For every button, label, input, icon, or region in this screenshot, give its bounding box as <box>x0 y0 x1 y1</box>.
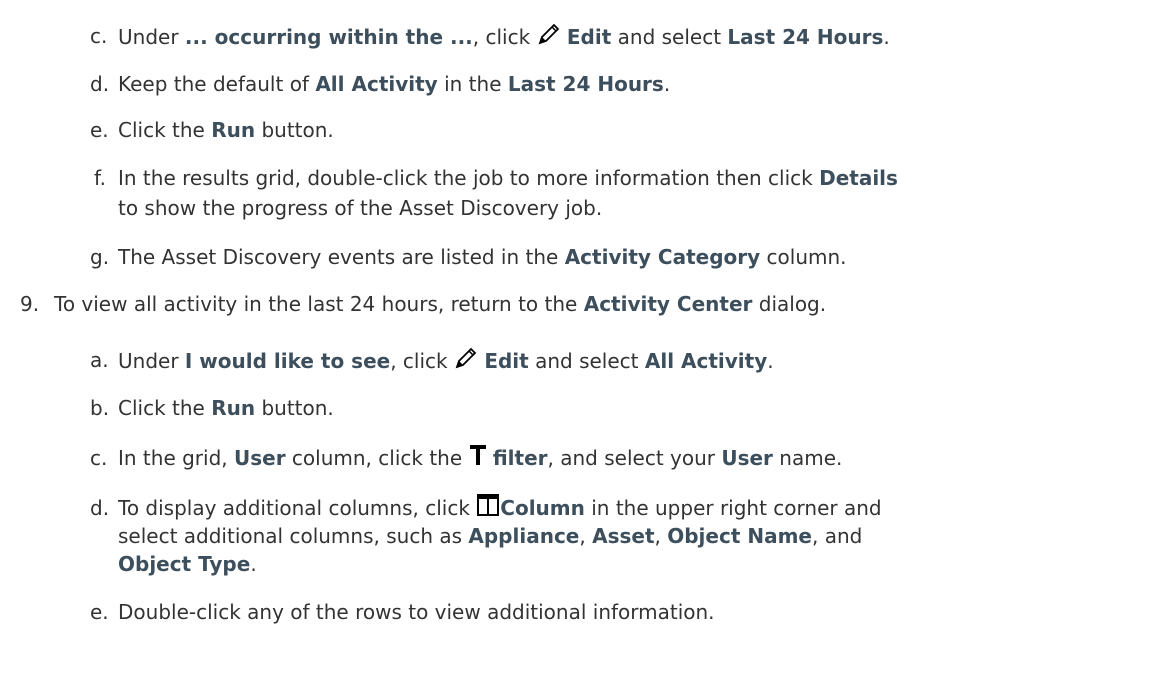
step-e-double-click-rows: Double-click any of the rows to view add… <box>118 600 715 624</box>
filter-icon <box>469 444 487 466</box>
step-text: In the grid, <box>118 446 234 470</box>
step-text: The Asset Discovery events are listed in… <box>118 245 565 269</box>
list-marker-9: 9. <box>20 292 40 316</box>
step-g-activity-category: The Asset Discovery events are listed in… <box>118 243 847 271</box>
step-text: and select <box>611 25 728 49</box>
list-marker-a: a. <box>90 348 109 372</box>
step-text: in the <box>437 72 508 96</box>
step-d-line-3: Object Type. <box>118 550 257 578</box>
column-label-object-name: Object Name <box>667 524 812 548</box>
step-text: Click the <box>118 118 212 142</box>
list-marker-b: b. <box>90 396 110 420</box>
step-text: button. <box>255 118 334 142</box>
step-text: and select <box>528 349 645 373</box>
list-marker-d: d. <box>90 72 110 96</box>
step-f-line-2: to show the progress of the Asset Discov… <box>118 196 603 220</box>
step-text: column. <box>760 245 847 269</box>
step-text: column, click the <box>285 446 469 470</box>
step-d-keep-default: Keep the default of All Activity in the … <box>118 70 670 98</box>
step-text: In the results grid, double-click the jo… <box>118 166 820 190</box>
list-marker-e: e. <box>90 600 109 624</box>
step-text: Keep the default of <box>118 72 316 96</box>
step-text: To display additional columns, click <box>118 496 477 520</box>
step-text: . <box>663 72 671 96</box>
step-c-occurring-within: Under ... occurring within the ..., clic… <box>118 22 890 51</box>
pencil-icon <box>454 346 478 370</box>
column-label: Column <box>500 496 585 520</box>
list-marker-c: c. <box>90 24 108 48</box>
step-d-line-2: select additional columns, such as Appli… <box>118 522 862 550</box>
step-text: dialog. <box>752 292 827 316</box>
step-d-display-columns: To display additional columns, click Col… <box>118 494 882 522</box>
column-label-object-type: Object Type <box>118 552 251 576</box>
option-label-all-activity: All Activity <box>644 349 768 373</box>
step-text: in the upper right corner and <box>584 496 882 520</box>
option-label-last-24-hours: Last 24 Hours <box>727 25 884 49</box>
column-label-user: User <box>234 446 286 470</box>
step-text: button. <box>255 396 334 420</box>
column-icon <box>476 494 500 516</box>
step-f-results-grid: In the results grid, double-click the jo… <box>118 164 898 192</box>
step-text: , click <box>390 349 454 373</box>
option-label-all-activity: All Activity <box>315 72 438 96</box>
step-text: name. <box>772 446 843 470</box>
option-label-last-24-hours: Last 24 Hours <box>507 72 664 96</box>
field-label-would-like-to-see: I would like to see <box>184 349 391 373</box>
step-text: . <box>767 349 774 373</box>
run-button-label: Run <box>211 118 256 142</box>
step-text: . <box>250 552 257 576</box>
step-text: Under <box>118 349 185 373</box>
dialog-label-activity-center: Activity Center <box>583 292 753 316</box>
step-text: , click <box>472 25 537 49</box>
step-c-user-filter: In the grid, User column, click the filt… <box>118 444 842 472</box>
step-9-activity-center: To view all activity in the last 24 hour… <box>54 290 826 318</box>
step-e-click-run: Click the Run button. <box>118 116 334 144</box>
edit-label: Edit <box>566 25 612 49</box>
step-text: select additional columns, such as <box>118 524 469 548</box>
field-label-occurring-within: ... occurring within the ... <box>184 25 473 49</box>
step-text: Under <box>118 25 185 49</box>
edit-label: Edit <box>484 349 529 373</box>
step-text: Click the <box>118 396 212 420</box>
step-text: , and select your <box>547 446 722 470</box>
step-text: To view all activity in the last 24 hour… <box>54 292 584 316</box>
step-b-click-run: Click the Run button. <box>118 394 334 422</box>
run-button-label: Run <box>211 396 256 420</box>
details-label: Details <box>819 166 898 190</box>
column-label-asset: Asset <box>592 524 655 548</box>
list-marker-e: e. <box>90 118 109 142</box>
pencil-icon <box>537 22 561 46</box>
list-marker-f: f. <box>94 166 106 190</box>
step-text: , <box>654 524 668 548</box>
filter-label: filter <box>492 446 548 470</box>
step-text: . <box>883 25 890 49</box>
column-label-activity-category: Activity Category <box>564 245 761 269</box>
list-marker-c: c. <box>90 446 108 470</box>
user-label: User <box>721 446 773 470</box>
list-marker-g: g. <box>90 245 110 269</box>
step-a-would-like-to-see: Under I would like to see, click Edit an… <box>118 346 774 375</box>
list-marker-d: d. <box>90 496 110 520</box>
step-text: , and <box>812 524 863 548</box>
step-text: , <box>579 524 593 548</box>
column-label-appliance: Appliance <box>468 524 580 548</box>
